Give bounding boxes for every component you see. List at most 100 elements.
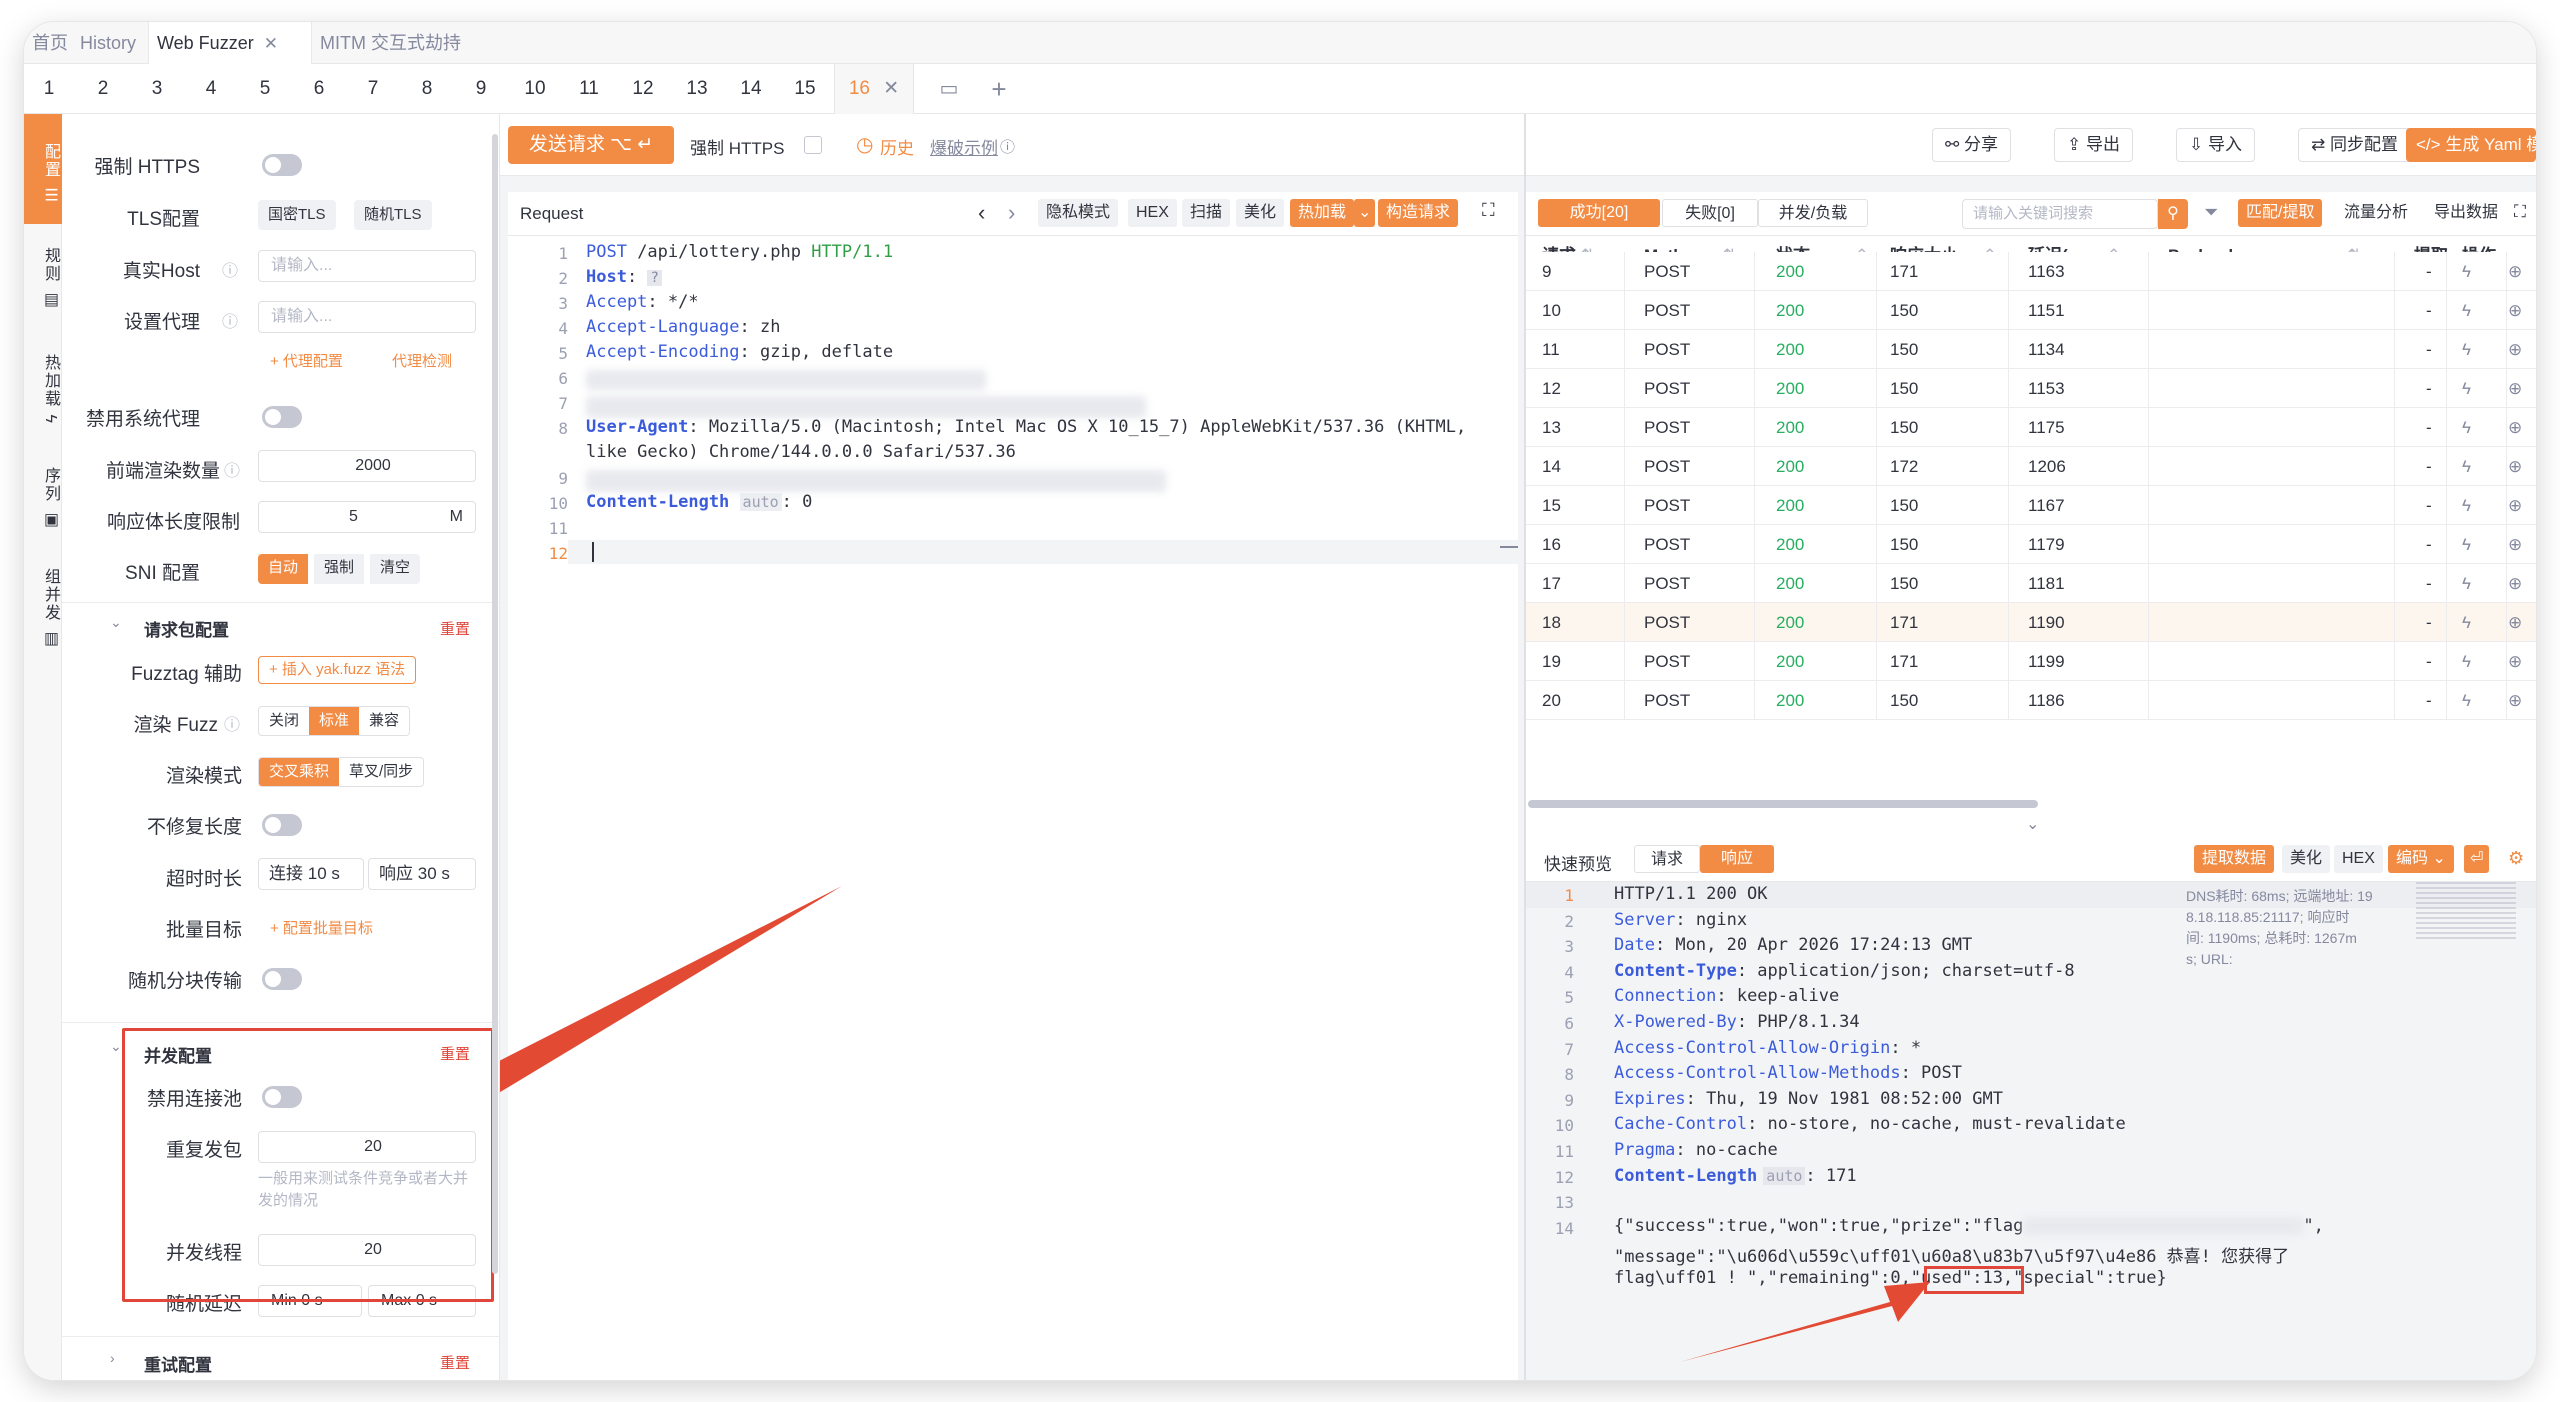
proxy-check-link[interactable]: 代理检测 (392, 350, 452, 371)
chevron-right-icon[interactable]: › (110, 1350, 115, 1366)
sub-tab-5[interactable]: 5 (240, 64, 290, 114)
front-render-input[interactable]: 2000 (258, 450, 476, 482)
real-host-input[interactable]: 请输入... (258, 250, 476, 282)
sub-tab-15[interactable]: 15 (780, 64, 830, 114)
save-icon[interactable]: ▭ (924, 64, 974, 114)
success-tab[interactable]: 成功[20] (1538, 199, 1660, 227)
fullscreen-icon[interactable]: ⛶ (2514, 202, 2526, 222)
sub-tab-11[interactable]: 11 (564, 64, 614, 114)
sub-tab-8[interactable]: 8 (402, 64, 452, 114)
sidebar-scrollbar[interactable] (492, 134, 498, 1274)
table-horizontal-scrollbar[interactable] (1528, 800, 2038, 808)
chunked-toggle[interactable] (262, 968, 302, 990)
bolt-icon[interactable]: ϟ (2462, 369, 2471, 408)
table-row[interactable]: 14 POST 200 172 1206 - ϟ ⊕ (1526, 447, 2536, 486)
close-icon[interactable]: ✕ (264, 34, 278, 53)
render-fuzz-off[interactable]: 关闭 (259, 707, 309, 735)
wrap-icon[interactable]: ⏎ (2464, 845, 2490, 873)
chevron-down-icon[interactable]: ⌄ (110, 614, 122, 631)
bolt-icon[interactable]: ϟ (2462, 291, 2471, 330)
import-button[interactable]: ⇩ 导入 (2176, 128, 2255, 162)
open-icon[interactable]: ⊕ (2508, 330, 2522, 369)
table-row[interactable]: 17 POST 200 150 1181 - ϟ ⊕ (1526, 564, 2536, 603)
disable-sys-proxy-toggle[interactable] (262, 406, 302, 428)
open-icon[interactable]: ⊕ (2508, 447, 2522, 486)
bolt-icon[interactable]: ϟ (2462, 330, 2471, 369)
export-button[interactable]: ⇪ 导出 (2054, 128, 2133, 162)
tab-web-fuzzer[interactable]: Web Fuzzer ✕ (148, 22, 312, 65)
bolt-icon[interactable]: ϟ (2462, 564, 2471, 603)
chevron-down-icon[interactable]: ⌄ (110, 1038, 122, 1055)
open-icon[interactable]: ⊕ (2508, 564, 2522, 603)
proxy-config-link[interactable]: + 代理配置 (270, 350, 343, 371)
preview-beautify-button[interactable]: 美化 (2282, 845, 2331, 873)
tls-gm-option[interactable]: 国密TLS (258, 200, 336, 230)
table-row[interactable]: 10 POST 200 150 1151 - ϟ ⊕ (1526, 291, 2536, 330)
sub-tab-6[interactable]: 6 (294, 64, 344, 114)
bolt-icon[interactable]: ϟ (2462, 447, 2471, 486)
rail-hot-reload[interactable]: 热加载 ϟ (24, 334, 62, 434)
no-fix-length-toggle[interactable] (262, 814, 302, 836)
pane-splitter[interactable] (1524, 114, 1526, 1380)
response-timeout-input[interactable]: 响应 30 s (368, 858, 476, 890)
sub-tab-9[interactable]: 9 (456, 64, 506, 114)
table-row[interactable]: 9 POST 200 171 1163 - ϟ ⊕ (1526, 252, 2536, 291)
fail-tab[interactable]: 失败[0] (1662, 199, 1758, 227)
render-fuzz-compat[interactable]: 兼容 (359, 707, 409, 735)
sni-auto[interactable]: 自动 (258, 554, 309, 584)
tab-home[interactable]: 首页 (24, 22, 76, 64)
filter-icon[interactable]: ⏷ (2204, 202, 2218, 223)
tab-mitm[interactable]: MITM 交互式劫持✕ (312, 22, 492, 95)
preview-request-tab[interactable]: 请求 (1634, 845, 1700, 873)
render-fuzz-standard[interactable]: 标准 (309, 707, 360, 735)
bolt-icon[interactable]: ϟ (2462, 642, 2471, 681)
open-icon[interactable]: ⊕ (2508, 603, 2522, 642)
open-icon[interactable]: ⊕ (2508, 369, 2522, 408)
extract-data-button[interactable]: 提取数据 (2194, 845, 2275, 873)
sync-config-button[interactable]: ⇄ 同步配置 (2298, 128, 2411, 162)
results-search-input[interactable]: 请输入关键词搜索 (1962, 199, 2158, 229)
open-icon[interactable]: ⊕ (2508, 291, 2522, 330)
traffic-analysis-button[interactable]: 流量分析 (2336, 199, 2417, 227)
rail-group-concurrency[interactable]: 组并发 ▥ (24, 554, 62, 654)
search-icon[interactable]: ⚲ (2158, 199, 2188, 229)
sub-tab-3[interactable]: 3 (132, 64, 182, 114)
close-icon[interactable]: ✕ (883, 78, 899, 99)
sub-tab-10[interactable]: 10 (510, 64, 560, 114)
response-viewer[interactable]: 1 HTTP/1.1 200 OK 2 Server: nginx 3 Date: Mon… (1526, 882, 2536, 1380)
sub-tab-12[interactable]: 12 (618, 64, 668, 114)
open-icon[interactable]: ⊕ (2508, 252, 2522, 291)
open-icon[interactable]: ⊕ (2508, 525, 2522, 564)
table-row[interactable]: 16 POST 200 150 1179 - ϟ ⊕ (1526, 525, 2536, 564)
sub-tab-16[interactable]: 16 ✕ (834, 64, 914, 114)
bolt-icon[interactable]: ϟ (2462, 486, 2471, 525)
match-extract-button[interactable]: 匹配/提取 (2238, 199, 2323, 227)
render-mode-pitchfork[interactable]: 草叉/同步 (339, 758, 423, 786)
bolt-icon[interactable]: ϟ (2462, 681, 2471, 720)
concurrency-load-tab[interactable]: 并发/负载 (1758, 199, 1868, 227)
reset-retry-config[interactable]: 重置 (440, 1352, 470, 1373)
sni-clear[interactable]: 清空 (370, 554, 421, 584)
table-row[interactable]: 11 POST 200 150 1134 - ϟ ⊕ (1526, 330, 2536, 369)
rail-rules[interactable]: 规则 ▤ (24, 234, 62, 314)
generate-yaml-button[interactable]: </> 生成 Yaml 模板 (2406, 128, 2536, 162)
rail-config[interactable]: 配置 ☰ (24, 114, 62, 224)
encode-button[interactable]: 编码 ⌄ (2388, 845, 2454, 873)
sub-tab-4[interactable]: 4 (186, 64, 236, 114)
sub-tab-13[interactable]: 13 (672, 64, 722, 114)
tls-random-option[interactable]: 随机TLS (354, 200, 432, 230)
table-row[interactable]: 13 POST 200 150 1175 - ϟ ⊕ (1526, 408, 2536, 447)
insert-fuzztag-button[interactable]: + 插入 yak.fuzz 语法 (258, 656, 417, 684)
batch-target-link[interactable]: + 配置批量目标 (270, 917, 373, 938)
tab-history[interactable]: History (72, 22, 144, 64)
resp-limit-input[interactable]: 5 M (258, 501, 476, 533)
sub-tab-2[interactable]: 2 (78, 64, 128, 114)
bolt-icon[interactable]: ϟ (2462, 603, 2471, 642)
table-row[interactable]: 18 POST 200 171 1190 - ϟ ⊕ (1526, 603, 2536, 642)
sub-tab-1[interactable]: 1 (24, 64, 74, 114)
open-icon[interactable]: ⊕ (2508, 642, 2522, 681)
open-icon[interactable]: ⊕ (2508, 408, 2522, 447)
collapse-icon[interactable]: ⌄ (2026, 814, 2039, 834)
table-row[interactable]: 20 POST 200 150 1186 - ϟ ⊕ (1526, 681, 2536, 720)
sub-tab-7[interactable]: 7 (348, 64, 398, 114)
